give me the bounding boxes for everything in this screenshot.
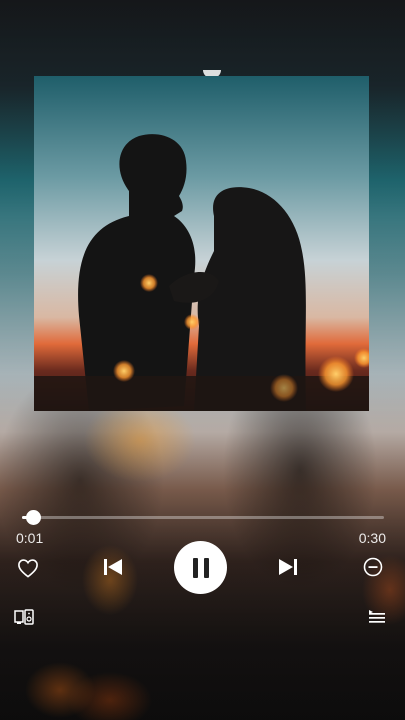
total-time: 0:30: [358, 530, 386, 546]
device-output-icon[interactable]: [12, 607, 36, 627]
queue-list-icon[interactable]: [365, 607, 389, 627]
pause-icon: [192, 557, 210, 579]
heart-icon[interactable]: [14, 555, 42, 581]
seek-bar[interactable]: [22, 510, 384, 525]
minus-circle-icon[interactable]: [360, 555, 386, 579]
skip-previous-icon[interactable]: [100, 555, 126, 579]
current-time: 0:01: [16, 530, 44, 546]
pause-button[interactable]: [174, 541, 227, 594]
album-cover: [34, 76, 369, 411]
seek-bar-thumb[interactable]: [25, 510, 41, 525]
skip-next-icon[interactable]: [275, 555, 301, 579]
